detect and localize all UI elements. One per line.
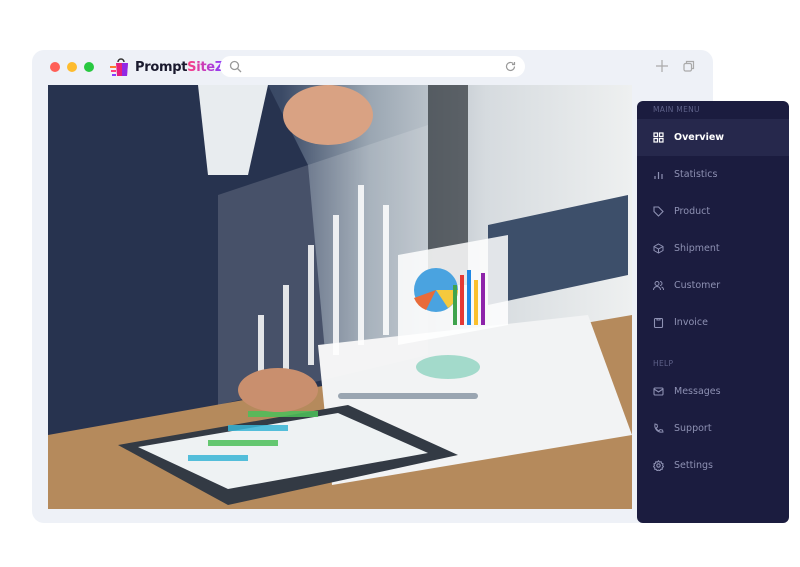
help-label: HELP: [653, 359, 674, 368]
business-analytics-illustration: [48, 85, 632, 509]
sidebar-item-overview[interactable]: Overview: [637, 119, 789, 156]
sidebar-item-label: Shipment: [674, 243, 720, 254]
bar-chart-icon: [654, 172, 663, 179]
sidebar-item-shipment[interactable]: Shipment: [637, 230, 789, 267]
sidebar-item-label: Overview: [674, 132, 725, 143]
sidebar-item-support[interactable]: Support: [637, 410, 789, 447]
minimize-window-button[interactable]: [67, 62, 77, 72]
sidebar-item-label: Support: [674, 423, 712, 434]
grid-icon: [653, 132, 664, 143]
sidebar-item-settings[interactable]: Settings: [637, 447, 789, 484]
address-bar[interactable]: [220, 56, 525, 77]
sidebar-item-invoice[interactable]: Invoice: [637, 304, 789, 341]
copy-icon[interactable]: [683, 60, 695, 72]
sidebar-item-label: Messages: [674, 386, 721, 397]
sidebar-item-label: Product: [674, 206, 711, 217]
logo-text: PromptSiteZ: [135, 59, 224, 75]
sidebar-item-label: Settings: [674, 460, 713, 471]
search-icon: [229, 60, 242, 73]
sidebar-item-customer[interactable]: Customer: [637, 267, 789, 304]
main-menu-label: MAIN MENU: [653, 105, 700, 114]
mail-icon: [653, 387, 664, 396]
sidebar-item-label: Invoice: [674, 317, 708, 328]
sidebar: MAIN MENU Overview Statistics Product Sh…: [637, 101, 789, 523]
sidebar-item-product[interactable]: Product: [637, 193, 789, 230]
hero-photo: [48, 85, 632, 509]
sidebar-item-label: Statistics: [674, 169, 718, 180]
gear-icon: [653, 460, 664, 471]
sidebar-item-statistics[interactable]: Statistics: [637, 156, 789, 193]
phone-icon: [654, 423, 664, 433]
plus-icon[interactable]: [656, 60, 668, 72]
shopping-bag-icon: [110, 58, 128, 76]
close-window-button[interactable]: [50, 62, 60, 72]
logo[interactable]: PromptSiteZ: [110, 56, 224, 78]
users-icon: [653, 281, 664, 291]
clipboard-icon: [653, 317, 664, 328]
maximize-window-button[interactable]: [84, 62, 94, 72]
browser-window: PromptSiteZ: [32, 50, 713, 523]
sidebar-item-messages[interactable]: Messages: [637, 373, 789, 410]
box-icon: [653, 243, 664, 254]
reload-icon[interactable]: [505, 61, 516, 72]
tag-icon: [653, 206, 664, 217]
address-input[interactable]: [248, 58, 498, 75]
sidebar-item-label: Customer: [674, 280, 721, 291]
